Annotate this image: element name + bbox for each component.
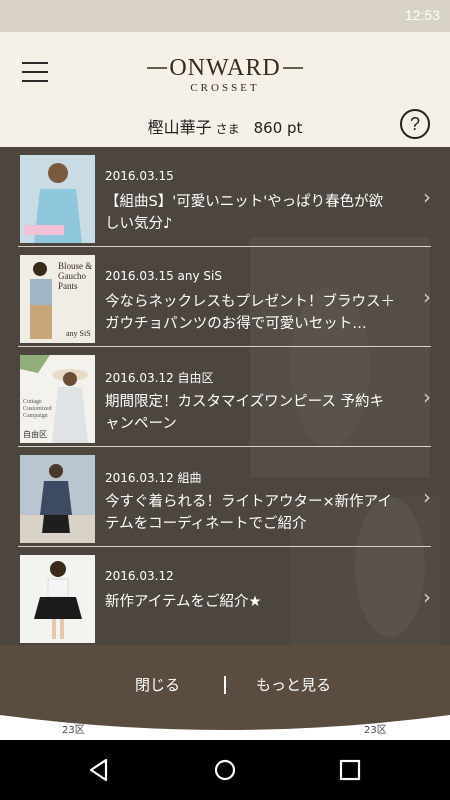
thumbnail-caption: Blouse & Gaucho Pants bbox=[58, 261, 93, 291]
back-icon[interactable] bbox=[86, 756, 114, 784]
background-label: 23区 bbox=[62, 725, 85, 736]
button-divider bbox=[224, 676, 226, 694]
news-date: 2016.03.12 組曲 bbox=[105, 471, 202, 485]
news-item[interactable]: 2016.03.12 新作アイテムをご紹介★ › bbox=[18, 547, 431, 647]
help-icon[interactable]: ? bbox=[400, 109, 430, 139]
news-date: 2016.03.12 bbox=[105, 569, 174, 583]
thumbnail-caption: Cottage Customized Campaign bbox=[23, 399, 52, 419]
status-bar: 12:53 bbox=[0, 0, 450, 32]
news-thumbnail: Blouse & Gaucho Pants any SiS bbox=[20, 255, 95, 343]
news-title: 今ならネックレスもプレゼント！ブラウス＋ガウチョパンツのお得で可愛いセット… bbox=[105, 294, 395, 332]
news-date: 2016.03.15 bbox=[105, 169, 174, 183]
news-thumbnail bbox=[20, 555, 95, 643]
background-label: 23区 bbox=[364, 725, 387, 736]
news-item[interactable]: 2016.03.15 【組曲S】'可愛いニット'やっぱり春色が欲しい気分♪ › bbox=[18, 147, 431, 247]
news-date: 2016.03.12 自由区 bbox=[105, 371, 214, 385]
chevron-right-icon: › bbox=[423, 185, 431, 209]
news-item[interactable]: Cottage Customized Campaign 自由区 2016.03.… bbox=[18, 347, 431, 447]
news-title: 期間限定！カスタマイズワンピース 予約キャンペーン bbox=[105, 394, 384, 432]
thumbnail-brand: any SiS bbox=[66, 329, 91, 338]
system-navigation-bar bbox=[0, 740, 450, 800]
brand-logo: ONWARD CROSSET bbox=[147, 52, 303, 96]
user-name: 樫山華子 bbox=[147, 118, 212, 137]
news-thumbnail bbox=[20, 155, 95, 243]
news-item[interactable]: 2016.03.12 組曲 今すぐ着られる！ライトアウター×新作アイテムをコーデ… bbox=[18, 447, 431, 547]
news-thumbnail: Cottage Customized Campaign 自由区 bbox=[20, 355, 95, 443]
close-button[interactable]: 閉じる bbox=[135, 674, 180, 695]
news-date: 2016.03.15 any SiS bbox=[105, 269, 222, 283]
status-time: 12:53 bbox=[404, 7, 440, 23]
user-points: 860 pt bbox=[253, 119, 303, 137]
user-info: 樫山華子 さま 860 pt bbox=[0, 114, 450, 138]
see-more-button[interactable]: もっと見る bbox=[256, 674, 331, 695]
news-item[interactable]: Blouse & Gaucho Pants any SiS 2016.03.15… bbox=[18, 247, 431, 347]
app-header: ONWARD CROSSET 樫山華子 さま 860 pt ? bbox=[0, 32, 450, 147]
news-title: 【組曲S】'可愛いニット'やっぱり春色が欲しい気分♪ bbox=[105, 194, 384, 232]
news-title: 新作アイテムをご紹介★ bbox=[105, 594, 262, 610]
chevron-right-icon: › bbox=[423, 585, 431, 609]
brand-sub: CROSSET bbox=[190, 82, 260, 94]
news-thumbnail bbox=[20, 455, 95, 543]
news-list: 2016.03.15 【組曲S】'可愛いニット'やっぱり春色が欲しい気分♪ › … bbox=[0, 147, 450, 647]
user-honorific: さま bbox=[215, 122, 240, 136]
news-title: 今すぐ着られる！ライトアウター×新作アイテムをコーディネートでご紹介 bbox=[105, 494, 392, 532]
brand-name: ONWARD bbox=[169, 55, 281, 81]
bottom-action-bar: 閉じる もっと見る 23区 23区 bbox=[0, 645, 450, 740]
thumbnail-brand: 自由区 bbox=[23, 430, 47, 439]
recents-icon[interactable] bbox=[336, 756, 364, 784]
home-icon[interactable] bbox=[211, 756, 239, 784]
chevron-right-icon: › bbox=[423, 385, 431, 409]
chevron-right-icon: › bbox=[423, 485, 431, 509]
chevron-right-icon: › bbox=[423, 285, 431, 309]
hamburger-menu-icon[interactable] bbox=[22, 62, 48, 84]
